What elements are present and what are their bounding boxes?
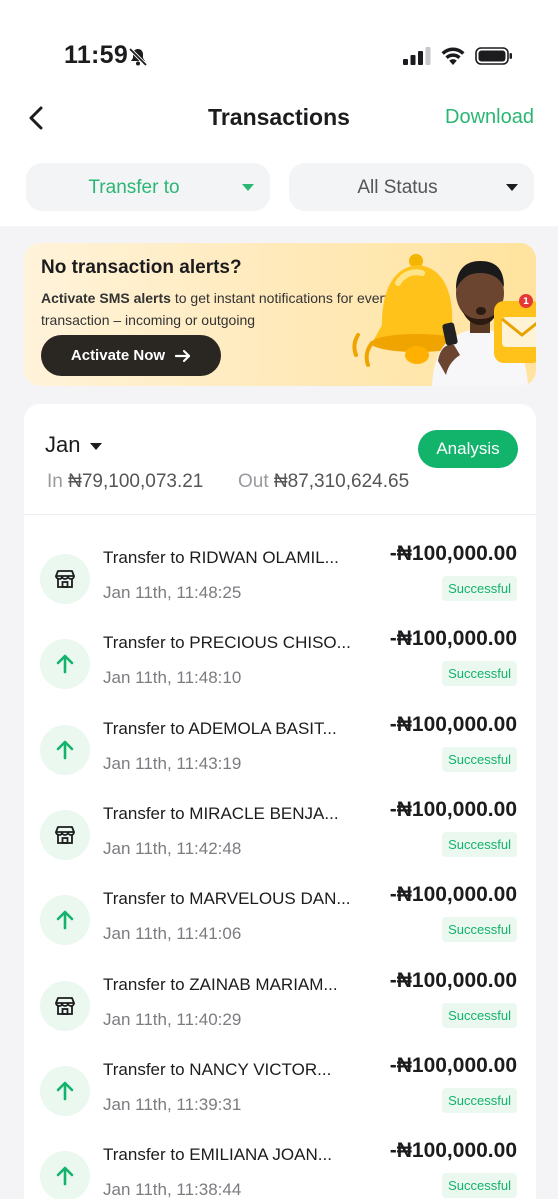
banner-title: No transaction alerts? <box>41 257 242 278</box>
store-icon <box>40 980 90 1031</box>
status-badge: Successful <box>442 917 517 943</box>
transaction-time: Jan 11th, 11:48:10 <box>103 668 242 688</box>
transaction-amount: -₦100,000.00 <box>389 797 517 821</box>
sms-alert-banner[interactable]: No transaction alerts? Activate SMS aler… <box>24 243 536 386</box>
arrow-right-icon <box>175 349 191 362</box>
top-area: 11:59 Transactions Download Transfer to … <box>0 0 558 226</box>
notification-badge: 1 <box>523 297 529 307</box>
transaction-time: Jan 11th, 11:41:06 <box>103 924 242 944</box>
transaction-row[interactable]: Transfer to NANCY VICTOR... Jan 11th, 11:… <box>24 1052 536 1137</box>
transaction-amount: -₦100,000.00 <box>389 1053 517 1077</box>
transaction-row[interactable]: Transfer to ADEMOLA BASIT... Jan 11th, 11… <box>24 711 536 796</box>
transaction-row[interactable]: Transfer to ZAINAB MARIAM... Jan 11th, 11… <box>24 967 536 1052</box>
arrow-up-icon <box>40 724 90 775</box>
type-filter-label: Transfer to <box>88 177 180 198</box>
arrow-up-icon <box>40 639 90 690</box>
transaction-name: Transfer to MARVELOUS DAN... <box>103 889 351 909</box>
money-in-value: ₦79,100,073.21 <box>68 471 204 492</box>
month-label: Jan <box>45 432 81 457</box>
transaction-time: Jan 11th, 11:42:48 <box>103 838 242 858</box>
transaction-amount: -₦100,000.00 <box>389 1139 517 1163</box>
battery-icon <box>475 47 512 65</box>
caret-down-icon <box>90 443 103 450</box>
caret-down-icon <box>506 184 518 191</box>
divider <box>24 514 536 515</box>
transaction-name: Transfer to ADEMOLA BASIT... <box>103 718 337 738</box>
status-badge: Successful <box>442 1173 517 1199</box>
status-filter-label: All Status <box>357 177 438 198</box>
status-filter-dropdown[interactable]: All Status <box>289 163 534 211</box>
status-badge: Successful <box>442 831 517 857</box>
money-in-summary: In ₦79,100,073.21 <box>47 471 203 493</box>
bell-off-icon <box>128 47 148 67</box>
type-filter-dropdown[interactable]: Transfer to <box>26 163 270 211</box>
cellular-signal-icon <box>403 47 431 65</box>
wifi-icon <box>441 47 465 65</box>
analysis-button[interactable]: Analysis <box>418 430 518 468</box>
transaction-row[interactable]: Transfer to PRECIOUS CHISO... Jan 11th, 1… <box>24 625 536 710</box>
transaction-time: Jan 11th, 11:43:19 <box>103 753 242 773</box>
money-out-label: Out <box>238 471 269 492</box>
transaction-time: Jan 11th, 11:40:29 <box>103 1009 242 1029</box>
status-badge: Successful <box>442 1002 517 1028</box>
transaction-name: Transfer to ZAINAB MARIAM... <box>103 974 338 994</box>
transaction-time: Jan 11th, 11:38:44 <box>103 1180 242 1199</box>
transaction-name: Transfer to MIRACLE BENJA... <box>103 803 339 823</box>
transaction-amount: -₦100,000.00 <box>389 712 517 736</box>
transaction-amount: -₦100,000.00 <box>389 542 517 565</box>
transaction-name: Transfer to EMILIANA JOAN... <box>103 1145 332 1165</box>
transaction-amount: -₦100,000.00 <box>389 968 517 992</box>
activate-now-label: Activate Now <box>70 347 166 364</box>
money-out-summary: Out ₦87,310,624.65 <box>238 471 409 493</box>
transaction-name: Transfer to PRECIOUS CHISO... <box>103 633 351 653</box>
transactions-card: Jan Analysis In ₦79,100,073.21 Out ₦87,3… <box>24 404 536 1199</box>
transaction-row[interactable]: Transfer to MIRACLE BENJA... Jan 11th, 11… <box>24 796 536 881</box>
back-arrow-icon[interactable] <box>24 104 50 132</box>
transaction-name: Transfer to NANCY VICTOR... <box>103 1059 332 1079</box>
status-badge: Successful <box>442 661 517 687</box>
transaction-time: Jan 11th, 11:39:31 <box>103 1094 242 1114</box>
month-selector[interactable]: Jan <box>45 432 103 458</box>
arrow-up-icon <box>40 1065 90 1116</box>
status-badge: Successful <box>442 576 517 601</box>
transaction-amount: -₦100,000.00 <box>389 627 517 651</box>
money-out-value: ₦87,310,624.65 <box>273 471 410 492</box>
activate-now-button[interactable]: Activate Now <box>41 335 221 376</box>
arrow-up-icon <box>40 895 90 946</box>
banner-text-bold: Activate SMS alerts <box>41 290 171 306</box>
status-badge: Successful <box>442 1087 517 1113</box>
status-time: 11:59 <box>64 41 129 69</box>
store-icon <box>40 809 90 860</box>
transaction-time: Jan 11th, 11:48:25 <box>103 583 242 602</box>
transaction-row[interactable]: Transfer to EMILIANA JOAN... Jan 11th, 11… <box>24 1137 536 1199</box>
arrow-up-icon <box>40 1151 90 1199</box>
transaction-row[interactable]: Transfer to RIDWAN OLAMIL... Jan 11th, 11… <box>24 540 536 625</box>
caret-down-icon <box>242 184 254 191</box>
transaction-amount: -₦100,000.00 <box>389 883 517 907</box>
download-button[interactable]: Download <box>445 106 534 129</box>
transaction-row[interactable]: Transfer to MARVELOUS DAN... Jan 11th, 11… <box>24 881 536 966</box>
store-icon <box>40 554 90 604</box>
transaction-name: Transfer to RIDWAN OLAMIL... <box>103 548 339 567</box>
status-badge: Successful <box>442 746 517 772</box>
money-in-label: In <box>47 471 63 492</box>
mail-illustration: 1 <box>494 294 536 363</box>
